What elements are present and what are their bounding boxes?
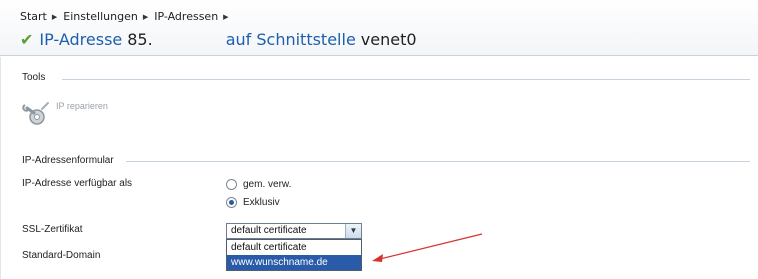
header-bar: Start ▶ Einstellungen ▶ IP-Adressen ▶ ✔ …: [0, 0, 758, 56]
standard-domain-label: Standard-Domain: [22, 250, 101, 261]
title-interface-name: venet0: [360, 30, 417, 49]
repair-wrench-icon: [22, 102, 49, 125]
ssl-certificate-dropdown: default certificate www.wunschname.de: [226, 239, 362, 271]
dropdown-option-default[interactable]: default certificate: [227, 240, 361, 255]
title-interface-label: auf Schnittstelle: [225, 30, 356, 49]
availability-label: IP-Adresse verfügbar als: [22, 178, 133, 189]
title-ip-address: 85.: [127, 30, 153, 49]
dropdown-option-wunschname[interactable]: www.wunschname.de: [227, 255, 361, 270]
ssl-certificate-select[interactable]: default certificate ▼: [226, 223, 362, 239]
form-section-title: IP-Adressenformular: [22, 155, 114, 166]
radio-shared-label[interactable]: gem. verw.: [243, 179, 291, 190]
page-title: ✔ IP-Adresse 85. auf Schnittstelle venet…: [20, 30, 417, 49]
breadcrumb-ip-adressen[interactable]: IP-Adressen: [154, 10, 218, 23]
breadcrumb: Start ▶ Einstellungen ▶ IP-Adressen ▶: [20, 10, 235, 23]
breadcrumb-einstellungen[interactable]: Einstellungen: [63, 10, 138, 23]
radio-shared-button[interactable]: [226, 179, 237, 190]
form-divider: [126, 161, 750, 162]
ssl-certificate-label: SSL-Zertifikat: [22, 224, 83, 235]
breadcrumb-separator-icon: ▶: [223, 12, 229, 21]
breadcrumb-start[interactable]: Start: [20, 10, 47, 23]
radio-exclusive-label[interactable]: Exklusiv: [243, 197, 280, 208]
repair-ip-label[interactable]: IP reparieren: [56, 101, 108, 111]
main-content: [0, 57, 758, 279]
breadcrumb-separator-icon: ▶: [142, 12, 149, 21]
repair-ip-tool[interactable]: IP reparieren: [22, 99, 108, 129]
tools-divider: [62, 79, 750, 80]
breadcrumb-separator-icon: ▶: [51, 12, 58, 21]
tools-section-title: Tools: [22, 72, 46, 83]
title-prefix: IP-Adresse: [39, 30, 123, 49]
ssl-certificate-value: default certificate: [231, 225, 307, 236]
check-icon: ✔: [20, 30, 34, 49]
radio-exclusive-button[interactable]: [226, 197, 237, 208]
chevron-down-icon[interactable]: ▼: [345, 224, 361, 238]
radio-shared[interactable]: gem. verw.: [226, 179, 291, 190]
radio-exclusive[interactable]: Exklusiv: [226, 197, 280, 208]
